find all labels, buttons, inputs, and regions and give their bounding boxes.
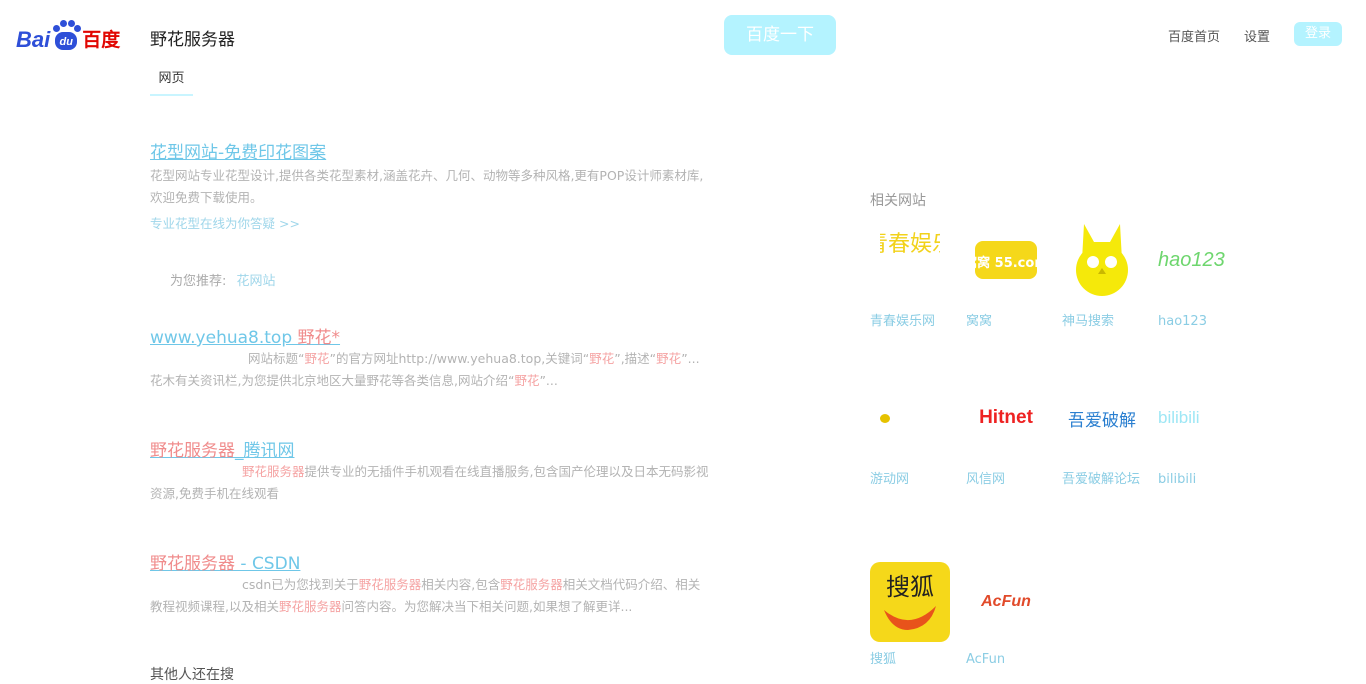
related-site[interactable]: 青春娱乐 青春娱乐网 [870, 220, 960, 332]
baidu-home-link[interactable]: 百度首页 [1168, 26, 1220, 45]
qingchun-logo-text: 青春娱乐 [880, 232, 940, 257]
hitnet-logo: Hitnet [966, 378, 1046, 458]
qingchun-logo: 青春娱乐 [870, 220, 950, 300]
result-title-highlight: 野花服务器 [150, 554, 235, 574]
others-searching-heading: 其他人还在搜 [150, 667, 234, 683]
related-site[interactable]: 游动网 [870, 378, 960, 490]
related-site[interactable]: 搜狐 搜狐 [870, 562, 960, 670]
site-name: 吾爱破解论坛 [1062, 472, 1141, 487]
result-title[interactable]: 野花服务器 - CSDN [150, 549, 300, 574]
52pojie-logo: 吾爱破解 [1062, 378, 1142, 458]
bilibili-logo-text: bilibili [1158, 408, 1200, 427]
sohu-logo-text: 搜狐 [886, 573, 934, 601]
result-title-site: _腾讯网 [235, 441, 295, 461]
result-title-url: www.yehua8.top [150, 328, 298, 348]
related-site[interactable]: Hitnet 风信网 [966, 378, 1056, 490]
result-title-highlight: 野花服务器 [150, 441, 235, 461]
login-button[interactable]: 登录 [1294, 22, 1342, 46]
owl-icon [1062, 220, 1142, 300]
result-title-site: - CSDN [235, 554, 301, 574]
result-title[interactable]: www.yehua8.top 野花* [150, 323, 340, 348]
search-button[interactable]: 百度一下 [724, 15, 836, 55]
paw-icon: du [51, 20, 82, 52]
bilibili-logo: bilibili [1158, 378, 1238, 458]
site-name: AcFun [966, 652, 1006, 667]
site-name: 神马搜索 [1062, 314, 1115, 329]
site-name: 搜狐 [870, 652, 897, 667]
result-snippet: 野花服务器提供专业的无插件手机观看在线直播服务,包含国产伦理以及日本无码影视资源… [150, 464, 709, 501]
recommend-row: 为您推荐: 花网站 [170, 270, 276, 289]
result-sublink[interactable]: 专业花型在线为你答疑 >> [150, 213, 300, 232]
recommend-label: 为您推荐: [170, 274, 227, 289]
recommend-item[interactable]: 花网站 [237, 274, 276, 289]
related-site[interactable]: hao123 hao123 [1158, 220, 1248, 332]
site-name: 青春娱乐网 [870, 314, 936, 329]
related-site[interactable]: 神马搜索 [1062, 220, 1152, 332]
wowo-logo-text: 窝窝 55.com [971, 255, 1041, 271]
result-title[interactable]: 花型网站-免费印花图案 [150, 138, 326, 163]
hao123-logo-text: hao123 [1158, 248, 1225, 271]
site-name: 风信网 [966, 472, 1006, 487]
related-site[interactable]: AcFun AcFun [966, 562, 1056, 670]
site-name: 窝窝 [966, 314, 993, 329]
result-title-highlight: 野花* [297, 328, 341, 348]
site-name: 游动网 [870, 472, 910, 487]
result-snippet: 网站标题“野花”的官方网址http://www.yehua8.top,关键词“野… [150, 351, 700, 388]
sohu-logo: 搜狐 [870, 562, 950, 642]
logo-cn-text: 百度 [82, 29, 121, 51]
baidu-logo[interactable]: Bai du 百度 [16, 18, 120, 52]
wowo-logo: 窝窝 55.com [966, 220, 1046, 300]
related-site[interactable]: bilibili bilibili [1158, 378, 1248, 490]
tab-web[interactable]: 网页 [150, 67, 193, 96]
result-title[interactable]: 野花服务器_腾讯网 [150, 436, 295, 461]
acfun-logo: AcFun [966, 562, 1046, 642]
related-sites-title: 相关网站 [870, 193, 926, 209]
52pojie-logo-text: 吾爱破解 [1068, 410, 1136, 431]
logo-du-text: du [55, 32, 78, 50]
logo-bai-text: Bai [16, 27, 51, 52]
tiny-icon [870, 378, 950, 458]
acfun-logo-text: AcFun [981, 593, 1031, 610]
fox-tail-icon [884, 606, 936, 630]
settings-link[interactable]: 设置 [1244, 26, 1270, 45]
site-name: bilibili [1158, 472, 1197, 487]
hitnet-logo-text: Hitnet [979, 407, 1033, 428]
related-site[interactable]: 窝窝 55.com 窝窝 [966, 220, 1056, 332]
hao123-logo: hao123 [1158, 220, 1238, 300]
related-site[interactable]: 吾爱破解 吾爱破解论坛 [1062, 378, 1152, 490]
result-snippet: 花型网站专业花型设计,提供各类花型素材,涵盖花卉、几何、动物等多种风格,更有PO… [150, 168, 704, 205]
result-snippet: csdn已为您找到关于野花服务器相关内容,包含野花服务器相关文档代码介绍、相关教… [150, 577, 701, 614]
site-name: hao123 [1158, 314, 1207, 329]
search-input[interactable]: 野花服务器 [150, 25, 235, 50]
